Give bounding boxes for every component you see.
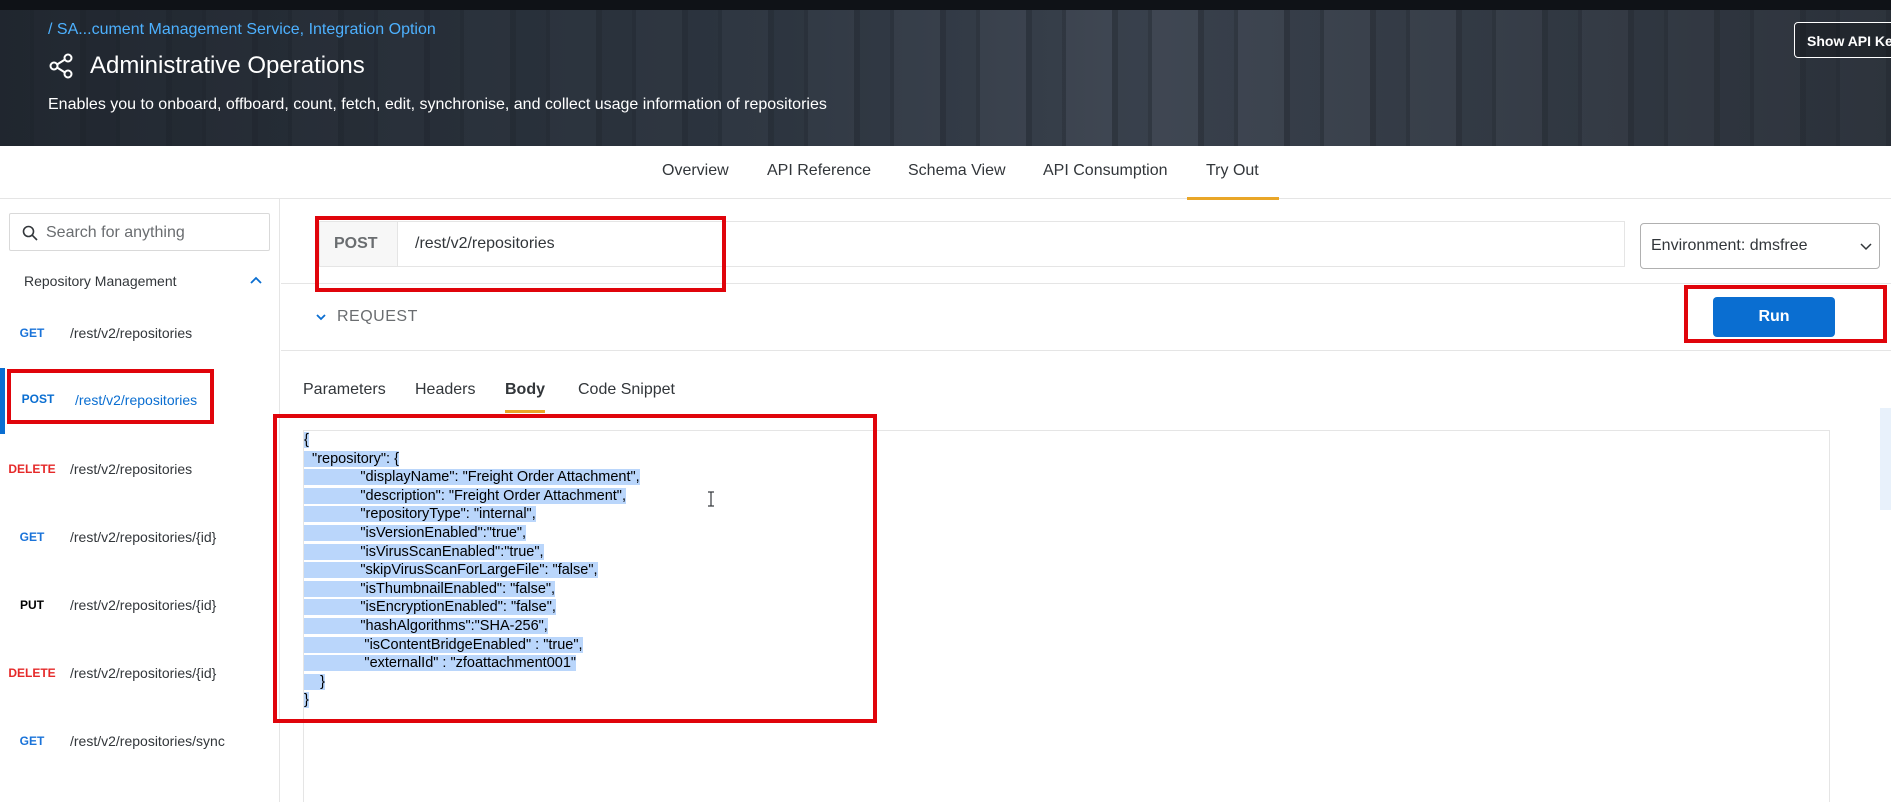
group-label-repository-management[interactable]: Repository Management (24, 273, 177, 289)
scrollbar-thumb[interactable] (1880, 408, 1891, 510)
method-badge: PUT (20, 598, 44, 612)
highlight-box-request-url (315, 216, 726, 292)
main-tabs: Overview API Reference Schema View API C… (0, 146, 1891, 199)
top-strip (0, 0, 1891, 10)
show-api-key-button[interactable]: Show API Key (1794, 22, 1891, 58)
request-section-label[interactable]: REQUEST (337, 308, 418, 326)
method-badge: GET (19, 326, 45, 340)
subtab-body[interactable]: Body (505, 381, 545, 399)
subtab-headers[interactable]: Headers (415, 381, 475, 399)
sidebar-item-get-repositories[interactable]: GET /rest/v2/repositories (0, 312, 279, 356)
method-badge: DELETE (8, 462, 56, 476)
active-tab-indicator (1187, 197, 1279, 200)
method-badge: GET (19, 734, 45, 748)
sidebar-item-get-repositories-sync[interactable]: GET /rest/v2/repositories/sync (0, 720, 279, 764)
chevron-up-icon[interactable] (249, 274, 263, 286)
title-row: Administrative Operations (48, 52, 365, 80)
highlight-box-request-body (273, 414, 877, 723)
highlight-box-sidebar-post (7, 369, 214, 424)
highlight-box-run-button (1684, 285, 1887, 343)
method-badge: GET (19, 530, 45, 544)
tab-try-out[interactable]: Try Out (1206, 162, 1259, 180)
request-section-header: REQUEST (281, 283, 1891, 351)
sidebar-item-put-repository-by-id[interactable]: PUT /rest/v2/repositories/{id} (0, 584, 279, 628)
page-title: Administrative Operations (90, 52, 365, 79)
subtab-code-snippet[interactable]: Code Snippet (578, 381, 675, 399)
sidebar-item-delete-repository-by-id[interactable]: DELETE /rest/v2/repositories/{id} (0, 652, 279, 696)
sidebar: Search for anything Repository Managemen… (0, 199, 280, 802)
share-icon (49, 53, 73, 79)
chevron-down-icon[interactable] (315, 312, 327, 322)
endpoint-path: /rest/v2/repositories (70, 325, 193, 341)
environment-value: Environment: dmsfree (1651, 237, 1808, 254)
page-description: Enables you to onboard, offboard, count,… (48, 96, 827, 113)
search-icon (22, 225, 38, 241)
search-placeholder: Search for anything (46, 224, 185, 241)
environment-select[interactable]: Environment: dmsfree (1640, 223, 1880, 269)
tab-schema-view[interactable]: Schema View (908, 162, 1006, 180)
active-subtab-indicator (505, 410, 545, 413)
endpoint-path: /rest/v2/repositories/{id} (70, 529, 217, 545)
chevron-down-icon (1860, 243, 1872, 251)
active-item-indicator (0, 368, 5, 434)
endpoint-path: /rest/v2/repositories/{id} (70, 597, 217, 613)
endpoint-path: /rest/v2/repositories (70, 461, 193, 477)
search-input[interactable]: Search for anything (9, 213, 270, 251)
sidebar-item-delete-repositories[interactable]: DELETE /rest/v2/repositories (0, 448, 279, 492)
tab-api-consumption[interactable]: API Consumption (1043, 162, 1168, 180)
sidebar-item-get-repository-by-id[interactable]: GET /rest/v2/repositories/{id} (0, 516, 279, 560)
breadcrumb[interactable]: / SA...cument Management Service, Integr… (48, 21, 436, 39)
page-header-banner: / SA...cument Management Service, Integr… (0, 0, 1891, 146)
method-badge: DELETE (8, 666, 56, 680)
endpoint-path: /rest/v2/repositories/sync (70, 733, 225, 749)
subtab-parameters[interactable]: Parameters (303, 381, 386, 399)
tab-api-reference[interactable]: API Reference (767, 162, 871, 180)
endpoint-path: /rest/v2/repositories/{id} (70, 665, 217, 681)
tab-overview[interactable]: Overview (662, 162, 729, 180)
